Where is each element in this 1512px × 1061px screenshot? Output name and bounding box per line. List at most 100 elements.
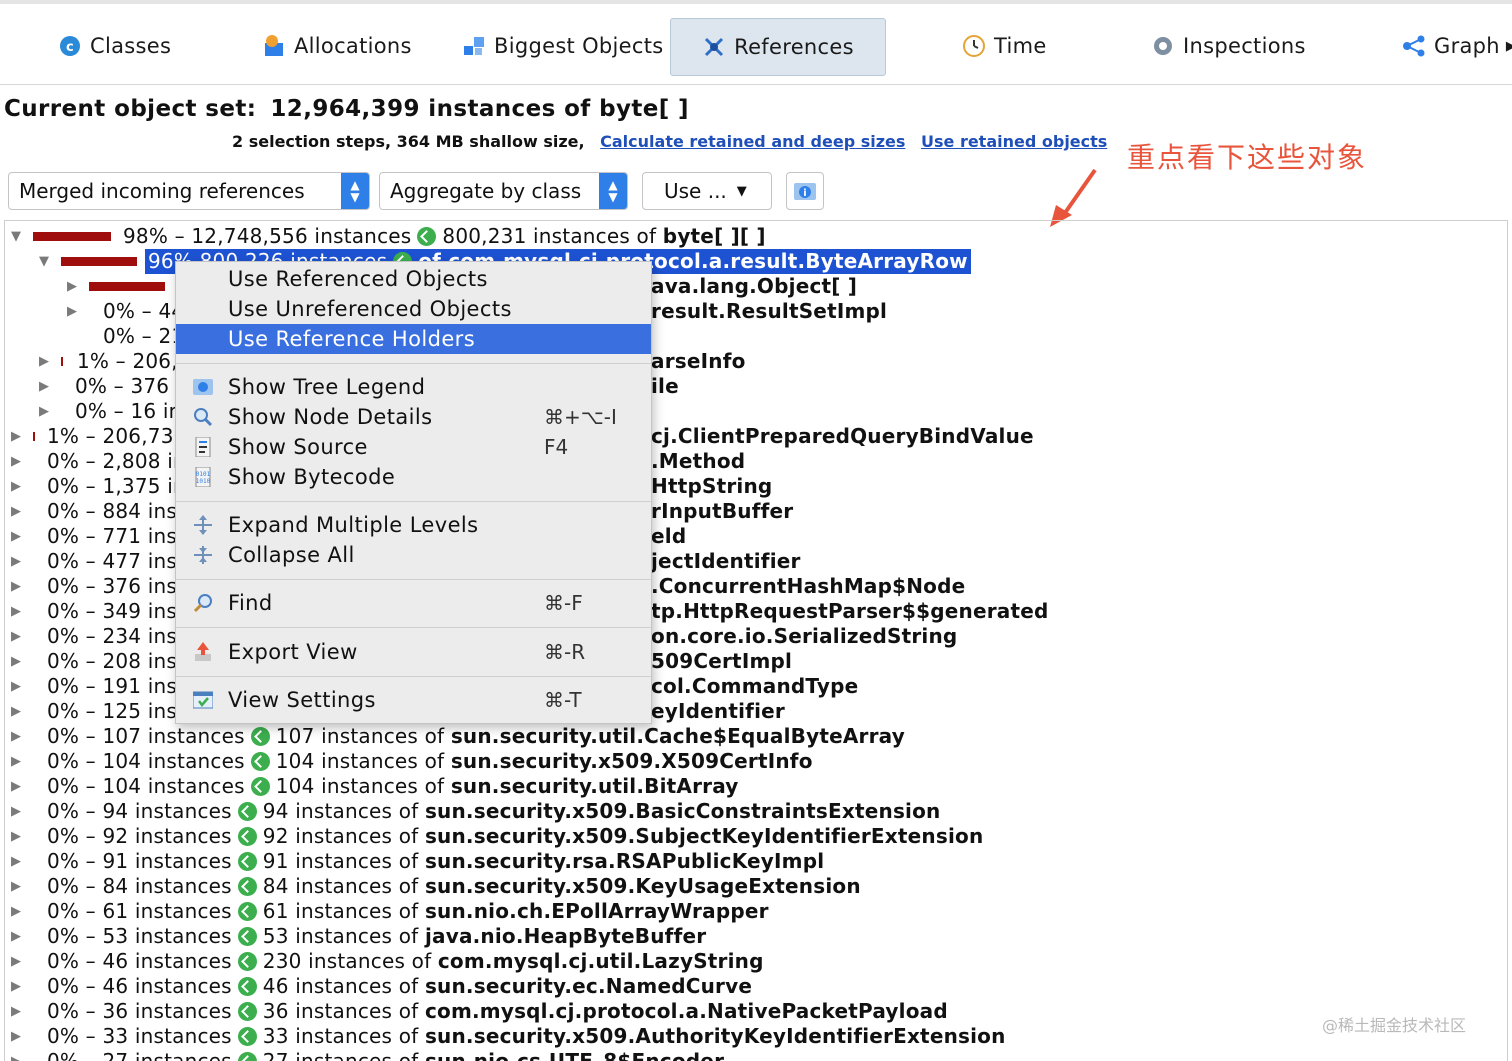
- row-class: eyIdentifier: [651, 699, 785, 723]
- expanded-arrow-icon[interactable]: ▼: [39, 249, 53, 274]
- menu-item-use-referenced[interactable]: Use Referenced Objects: [176, 264, 651, 294]
- tree-row[interactable]: ▼ 98% – 12,748,556 instances 800,231 inst…: [5, 224, 1505, 249]
- tab-classes[interactable]: c Classes: [58, 18, 228, 74]
- tree-row[interactable]: ▶ 0% – 84 instances 84 instances of sun.se…: [5, 874, 1505, 899]
- tree-row[interactable]: ▶ 0% – 27 instances 27 instances of sun.ni…: [5, 1049, 1505, 1061]
- row-percent: 0% – 884 inst: [47, 499, 186, 523]
- collapsed-arrow-icon[interactable]: ▶: [11, 774, 25, 799]
- tab-references[interactable]: References: [670, 18, 886, 76]
- menu-item-show-bytecode[interactable]: 0101 1010 Show Bytecode: [176, 462, 651, 492]
- collapsed-arrow-icon[interactable]: ▶: [39, 349, 53, 374]
- collapsed-arrow-icon[interactable]: ▶: [11, 849, 25, 874]
- references-icon: [702, 35, 726, 59]
- collapsed-arrow-icon[interactable]: ▶: [11, 899, 25, 924]
- collapsed-arrow-icon[interactable]: ▶: [11, 874, 25, 899]
- tab-time[interactable]: Time: [962, 18, 1082, 74]
- reference-view-select[interactable]: Merged incoming references ▲ ▼: [8, 172, 370, 210]
- row-class: .ConcurrentHashMap$Node: [651, 574, 966, 598]
- tree-row[interactable]: ▶ 0% – 61 instances 61 instances of sun.ni…: [5, 899, 1505, 924]
- tab-label: Biggest Objects: [494, 34, 664, 58]
- overflow-arrow-icon[interactable]: ▶: [1506, 39, 1512, 54]
- info-button[interactable]: i: [786, 172, 824, 210]
- row-class: 509CertImpl: [651, 649, 793, 673]
- tree-row[interactable]: ▶ 0% – 107 instances 107 instances of sun.…: [5, 724, 1505, 749]
- collapsed-arrow-icon[interactable]: ▶: [67, 274, 81, 299]
- object-set-label: Current object set:: [4, 96, 257, 122]
- tree-row[interactable]: ▶ 0% – 104 instances 104 instances of sun.…: [5, 749, 1505, 774]
- collapsed-arrow-icon[interactable]: ▶: [11, 1024, 25, 1049]
- tree-row[interactable]: ▶ 0% – 92 instances 92 instances of sun.se…: [5, 824, 1505, 849]
- collapsed-arrow-icon[interactable]: ▶: [39, 374, 53, 399]
- collapsed-arrow-icon[interactable]: ▶: [67, 299, 81, 324]
- use-dropdown-button[interactable]: Use ... ▼: [642, 172, 772, 210]
- select-chevron-icon: ▲ ▼: [599, 173, 627, 209]
- menu-item-export-view[interactable]: Export View ⌘-R: [176, 637, 651, 667]
- row-class: byte[ ][ ]: [662, 224, 766, 248]
- menu-item-tree-legend[interactable]: Show Tree Legend: [176, 372, 651, 402]
- collapsed-arrow-icon[interactable]: ▶: [11, 949, 25, 974]
- percentage-bar: [61, 257, 137, 266]
- collapsed-arrow-icon[interactable]: ▶: [11, 474, 25, 499]
- collapsed-arrow-icon[interactable]: ▶: [11, 974, 25, 999]
- tab-inspections[interactable]: Inspections: [1151, 18, 1331, 74]
- select-chevron-icon: ▲ ▼: [341, 173, 369, 209]
- collapsed-arrow-icon[interactable]: ▶: [11, 1049, 25, 1061]
- menu-item-find[interactable]: Find ⌘-F: [176, 588, 651, 618]
- collapsed-arrow-icon[interactable]: ▶: [11, 724, 25, 749]
- collapsed-arrow-icon[interactable]: ▶: [11, 824, 25, 849]
- collapsed-arrow-icon[interactable]: ▶: [11, 624, 25, 649]
- collapsed-arrow-icon[interactable]: ▶: [11, 524, 25, 549]
- classes-icon: c: [58, 34, 82, 58]
- collapsed-arrow-icon[interactable]: ▶: [11, 649, 25, 674]
- collapsed-arrow-icon[interactable]: ▶: [11, 674, 25, 699]
- tree-row[interactable]: ▶ 0% – 104 instances 104 instances of sun.…: [5, 774, 1505, 799]
- collapsed-arrow-icon[interactable]: ▶: [11, 749, 25, 774]
- tree-row[interactable]: ▶ 0% – 33 instances 33 instances of sun.se…: [5, 1024, 1505, 1049]
- collapsed-arrow-icon[interactable]: ▶: [11, 449, 25, 474]
- tab-biggest-objects[interactable]: Biggest Objects: [462, 18, 664, 74]
- menu-item-expand-multiple[interactable]: Expand Multiple Levels: [176, 510, 651, 540]
- menu-item-use-reference-holders[interactable]: Use Reference Holders: [176, 324, 651, 354]
- aggregate-select[interactable]: Aggregate by class ▲ ▼: [379, 172, 628, 210]
- expanded-arrow-icon[interactable]: ▼: [11, 224, 25, 249]
- menu-label: Use Referenced Objects: [228, 267, 488, 291]
- tree-row[interactable]: ▶ 0% – 91 instances 91 instances of sun.se…: [5, 849, 1505, 874]
- menu-item-node-details[interactable]: Show Node Details ⌘+⌥-I: [176, 402, 651, 432]
- object-set-icon: [237, 1027, 257, 1046]
- row-instances: 92 instances of: [262, 824, 419, 848]
- collapsed-arrow-icon[interactable]: ▶: [11, 574, 25, 599]
- use-retained-link[interactable]: Use retained objects: [921, 132, 1107, 151]
- tab-allocations[interactable]: Allocations: [262, 18, 432, 74]
- collapsed-arrow-icon[interactable]: ▶: [11, 499, 25, 524]
- collapsed-arrow-icon[interactable]: ▶: [11, 924, 25, 949]
- object-set-icon: [237, 977, 257, 996]
- row-instances: 104 instances of: [275, 749, 445, 773]
- collapsed-arrow-icon[interactable]: ▶: [11, 799, 25, 824]
- tree-row[interactable]: ▶ 0% – 53 instances 53 instances of java.n…: [5, 924, 1505, 949]
- menu-label: Export View: [228, 640, 358, 664]
- collapsed-arrow-icon[interactable]: ▶: [11, 424, 25, 449]
- row-percent: 0% – 21: [103, 324, 185, 348]
- menu-separator: [176, 627, 651, 628]
- collapsed-arrow-icon[interactable]: ▶: [39, 399, 53, 424]
- menu-item-show-source[interactable]: Show Source F4: [176, 432, 651, 462]
- collapsed-arrow-icon[interactable]: ▶: [11, 599, 25, 624]
- row-percent: 98% – 12,748,556 instances: [123, 224, 412, 248]
- collapsed-arrow-icon[interactable]: ▶: [11, 999, 25, 1024]
- collapsed-arrow-icon[interactable]: ▶: [11, 549, 25, 574]
- row-class: com.mysql.cj.util.LazyString: [437, 949, 764, 973]
- collapsed-arrow-icon[interactable]: ▶: [11, 699, 25, 724]
- tree-row[interactable]: ▶ 0% – 46 instances 46 instances of sun.se…: [5, 974, 1505, 999]
- tab-graph[interactable]: Graph ▶: [1402, 18, 1512, 74]
- summary-text: 2 selection steps, 364 MB shallow size,: [232, 132, 585, 151]
- row-percent: 1% – 206,730: [47, 424, 187, 448]
- tree-row[interactable]: ▶ 0% – 46 instances 230 instances of com.m…: [5, 949, 1505, 974]
- collapse-arrows-icon: [194, 546, 212, 564]
- menu-item-use-unreferenced[interactable]: Use Unreferenced Objects: [176, 294, 651, 324]
- menu-item-view-settings[interactable]: View Settings ⌘-T: [176, 685, 651, 715]
- tree-row[interactable]: ▶ 0% – 94 instances 94 instances of sun.se…: [5, 799, 1505, 824]
- tree-row[interactable]: ▶ 0% – 36 instances 36 instances of com.my…: [5, 999, 1505, 1024]
- menu-item-collapse-all[interactable]: Collapse All: [176, 540, 651, 570]
- calculate-retained-link[interactable]: Calculate retained and deep sizes: [600, 132, 905, 151]
- dropdown-arrow-icon: ▼: [736, 183, 747, 199]
